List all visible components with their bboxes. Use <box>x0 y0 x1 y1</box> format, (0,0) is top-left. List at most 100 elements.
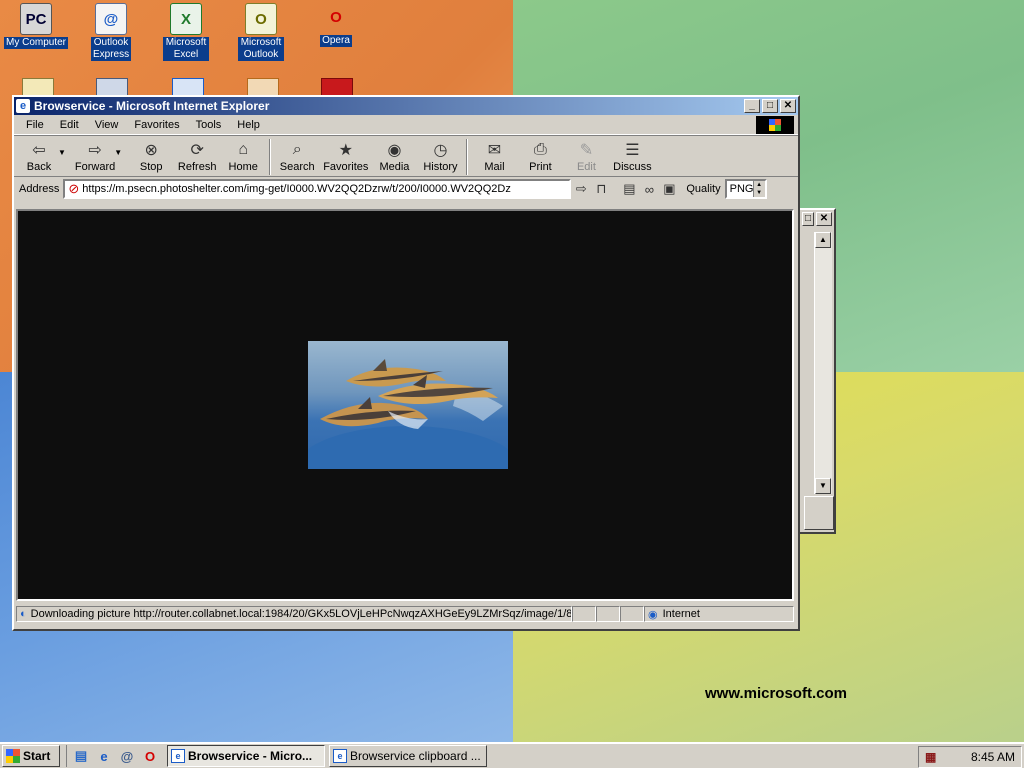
home-label: Home <box>228 161 258 173</box>
desktop-icon-label: Microsoft Excel <box>163 37 209 61</box>
desktop-icon-excel[interactable]: X Microsoft Excel <box>151 3 221 61</box>
clipboard-icon[interactable]: ▣ <box>659 179 679 199</box>
quality-label: Quality <box>686 183 721 195</box>
outlook-express-icon: @ <box>95 3 127 35</box>
scroll-up-button[interactable]: ▲ <box>815 232 831 248</box>
task-label: Browservice clipboard ... <box>350 749 481 763</box>
address-field[interactable]: ⊘ https://m.psecn.photoshelter.com/img-g… <box>63 179 572 199</box>
menu-favorites[interactable]: Favorites <box>126 119 187 131</box>
window-title: Browservice - Microsoft Internet Explore… <box>34 99 270 113</box>
search-button[interactable]: ⌕ Search <box>274 139 320 173</box>
forward-label: Forward <box>74 161 116 173</box>
mail-icon: ✉ <box>487 142 502 159</box>
close-button[interactable]: ✕ <box>816 212 832 226</box>
go-arrow-icon[interactable]: ⇨ <box>571 179 591 199</box>
windows-logo-icon <box>756 116 794 134</box>
dolphins-image <box>308 341 508 469</box>
find-binoculars-icon[interactable]: ∞ <box>639 179 659 199</box>
forward-button[interactable]: ⇨ Forward <box>72 139 118 173</box>
history-label: History <box>423 161 458 173</box>
refresh-button[interactable]: ⟳ Refresh <box>174 139 220 173</box>
my-computer-icon: PC <box>20 3 52 35</box>
back-dropdown-icon[interactable]: ▼ <box>58 148 66 157</box>
bookmark-icon[interactable]: ⊓ <box>591 179 611 199</box>
start-button[interactable]: Start <box>2 745 60 767</box>
search-icon: ⌕ <box>292 141 302 158</box>
back-label: Back <box>26 161 52 173</box>
clipboard-button[interactable] <box>804 496 834 530</box>
clock[interactable]: 8:45 AM <box>971 750 1015 764</box>
desktop-icon-outlook[interactable]: O Microsoft Outlook <box>226 3 296 61</box>
outlook-icon: O <box>245 3 277 35</box>
address-label: Address <box>19 183 60 195</box>
maximize-button[interactable]: □ <box>802 212 814 226</box>
stop-button[interactable]: ⊗ Stop <box>128 139 174 173</box>
opera-icon[interactable]: O <box>140 746 160 766</box>
discuss-label: Discuss <box>613 161 652 173</box>
quality-spinner-icon[interactable]: ▲ ▼ <box>752 181 765 197</box>
print-button[interactable]: ⎙ Print <box>517 139 563 173</box>
discuss-button[interactable]: ☰ Discuss <box>609 139 655 173</box>
wallpaper-brand-text: www.microsoft.com <box>705 685 847 702</box>
media-button[interactable]: ◉ Media <box>371 139 417 173</box>
menu-help[interactable]: Help <box>229 119 268 131</box>
page-blocked-icon: ⊘ <box>68 181 80 196</box>
media-label: Media <box>379 161 410 173</box>
menu-view[interactable]: View <box>87 119 127 131</box>
scroll-down-button[interactable]: ▼ <box>815 478 831 494</box>
desktop-icon-opera[interactable]: O Opera <box>301 1 371 47</box>
internet-explorer-icon[interactable]: e <box>94 746 114 766</box>
edit-icon: ✎ <box>579 142 594 159</box>
address-bar: Address ⊘ https://m.psecn.photoshelter.c… <box>14 177 798 201</box>
close-button[interactable]: ✕ <box>780 99 796 113</box>
mail-button[interactable]: ✉ Mail <box>471 139 517 173</box>
media-icon: ◉ <box>387 142 402 159</box>
task-browservice-clipboard[interactable]: e Browservice clipboard ... <box>329 745 487 767</box>
desktop-icon-label: Microsoft Outlook <box>238 37 284 61</box>
forward-dropdown-icon[interactable]: ▼ <box>114 148 122 157</box>
desktop-icon-my-computer[interactable]: PC My Computer <box>1 3 71 49</box>
home-button[interactable]: ⌂ Home <box>220 139 266 173</box>
history-button[interactable]: ◷ History <box>417 139 463 173</box>
forward-arrow-icon: ⇨ <box>88 142 102 159</box>
task-browservice[interactable]: e Browservice - Micro... <box>167 745 325 767</box>
tray-scheduler-icon[interactable]: ▦ <box>925 750 936 764</box>
menu-tools[interactable]: Tools <box>188 119 230 131</box>
desktop-icon-outlook-express[interactable]: @ Outlook Express <box>76 3 146 61</box>
minimize-button[interactable]: _ <box>744 99 760 113</box>
history-icon: ◷ <box>433 142 448 159</box>
back-arrow-icon: ⇦ <box>32 142 46 159</box>
address-value: https://m.psecn.photoshelter.com/img-get… <box>82 183 511 195</box>
edit-button[interactable]: ✎ Edit <box>563 139 609 173</box>
home-icon: ⌂ <box>238 141 249 158</box>
page-loading-icon: ◐ <box>20 608 27 620</box>
page-content[interactable] <box>16 209 794 601</box>
status-text: Downloading picture http://router.collab… <box>30 608 572 620</box>
dolphins-illustration <box>308 359 508 469</box>
favorites-label: Favorites <box>323 161 369 173</box>
menu-edit[interactable]: Edit <box>52 119 87 131</box>
status-bar: ◐ Downloading picture http://router.coll… <box>16 605 794 623</box>
show-desktop-icon[interactable]: ▤ <box>71 746 91 766</box>
print-label: Print <box>529 161 552 173</box>
favorites-button[interactable]: ★ Favorites <box>320 139 371 173</box>
maximize-button[interactable]: □ <box>762 99 778 113</box>
back-button[interactable]: ⇦ Back <box>16 139 62 173</box>
ie-titlebar[interactable]: e Browservice - Microsoft Internet Explo… <box>14 97 798 115</box>
menu-file[interactable]: File <box>18 119 52 131</box>
opera-icon: O <box>330 8 342 26</box>
ie-window[interactable]: e Browservice - Microsoft Internet Explo… <box>12 95 800 631</box>
quick-launch: ▤ e @ O <box>66 745 163 767</box>
quality-select[interactable]: PNG ▲ ▼ <box>724 179 767 199</box>
ie-icon: e <box>16 99 30 113</box>
status-pane <box>572 606 596 622</box>
search-label: Search <box>279 161 315 173</box>
status-pane <box>620 606 644 622</box>
security-zone: ◉ Internet <box>644 606 794 622</box>
save-page-icon[interactable]: ▤ <box>619 179 639 199</box>
favorites-icon: ★ <box>338 142 353 159</box>
outlook-express-icon[interactable]: @ <box>117 746 137 766</box>
vertical-scrollbar[interactable]: ▲ ▼ <box>814 232 832 494</box>
toolbar-separator <box>269 139 272 175</box>
mail-label: Mail <box>484 161 505 173</box>
